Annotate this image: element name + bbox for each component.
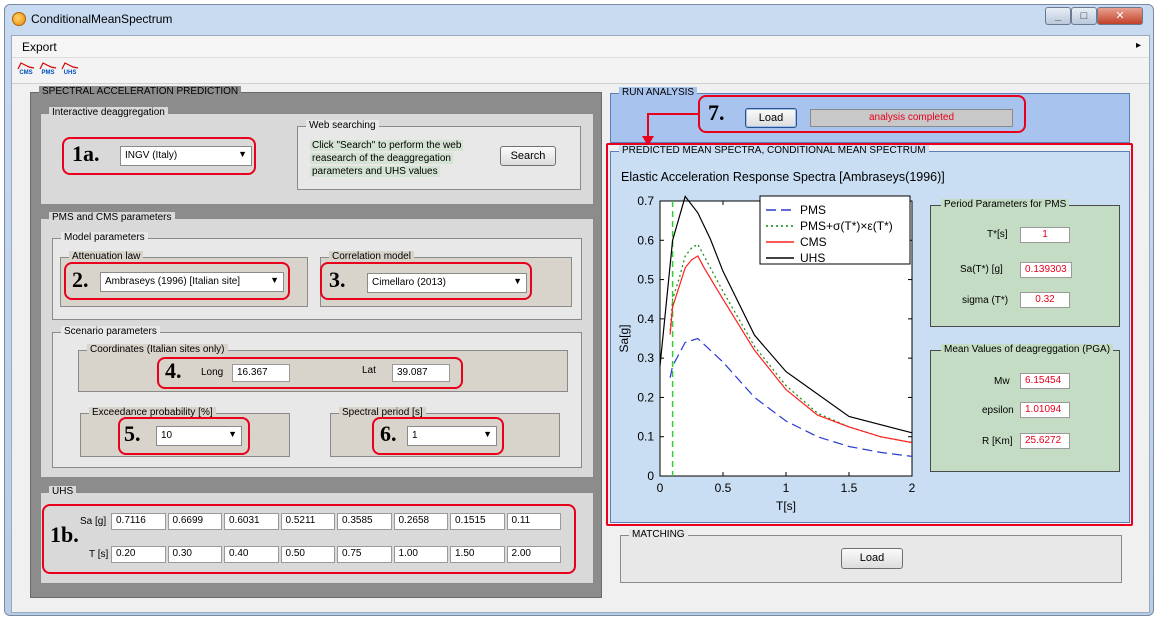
- menu-bar: Export ▸: [12, 36, 1149, 58]
- menu-overflow-icon[interactable]: ▸: [1136, 40, 1141, 51]
- mw-value: 6.15454: [1020, 373, 1070, 389]
- y-tick-label: 0.6: [637, 233, 654, 247]
- y-tick-label: 0.4: [637, 312, 654, 326]
- step-1a-label: 1a.: [72, 141, 100, 166]
- web-search-title: Web searching: [306, 120, 379, 131]
- step-3-highlight: [320, 262, 532, 300]
- y-tick-label: 0.7: [637, 194, 654, 208]
- chart-title: Elastic Acceleration Response Spectra [A…: [621, 170, 945, 184]
- y-tick-label: 0.5: [637, 273, 654, 287]
- y-axis-label: Sa[g]: [617, 324, 631, 352]
- sigma-t-star-label: sigma (T*): [962, 295, 1009, 306]
- legend-entry: PMS+σ(T*)×ε(T*): [800, 219, 893, 233]
- x-axis-label: T[s]: [776, 499, 796, 513]
- close-button[interactable]: ✕: [1097, 7, 1143, 25]
- search-button[interactable]: Search: [500, 146, 556, 166]
- web-search-text-1: Click "Search" to perform the web: [310, 140, 464, 151]
- period-parameters-title: Period Parameters for PMS: [941, 199, 1070, 210]
- r-km-label: R [Km]: [982, 436, 1013, 447]
- step-5-label: 5.: [124, 421, 141, 446]
- step-7-highlight: [698, 95, 1026, 133]
- uhs-title: UHS: [49, 486, 77, 497]
- window-title: ConditionalMeanSpectrum: [31, 12, 173, 26]
- deaggregation-title: Interactive deaggregation: [49, 107, 168, 118]
- pms-tool-button[interactable]: PMS: [38, 62, 58, 80]
- matching-title: MATCHING: [629, 529, 688, 540]
- minimize-button[interactable]: _: [1045, 7, 1071, 25]
- scenario-parameters-title: Scenario parameters: [61, 326, 160, 337]
- step-4-highlight: [157, 357, 463, 389]
- t-star-label: T*[s]: [987, 229, 1008, 240]
- spectrum-icon: [17, 62, 35, 70]
- cms-tool-label: CMS: [19, 70, 33, 76]
- correlation-title: Correlation model: [329, 251, 414, 262]
- y-tick-label: 0.2: [637, 390, 654, 404]
- step-2-label: 2.: [72, 267, 89, 292]
- cms-tool-button[interactable]: CMS: [16, 62, 36, 80]
- step-2-highlight: [64, 262, 290, 300]
- web-search-text-3: parameters and UHS values: [310, 166, 440, 177]
- t-star-value: 1: [1020, 227, 1070, 243]
- sa-t-star-value: 0.139303: [1020, 262, 1072, 278]
- x-tick-label: 0.5: [715, 481, 732, 495]
- legend-entry: UHS: [800, 251, 825, 265]
- spectrum-icon: [39, 62, 57, 70]
- spectra-chart: 0 0.1 0.2 0.3 0.4 0.5 0.6 0.7 0 0.5 1 1.5 2 T[s] Sa[g]…: [617, 194, 916, 513]
- mean-values-title: Mean Values of deagreggation (PGA): [941, 344, 1114, 355]
- legend-entry: CMS: [800, 235, 827, 249]
- sa-t-star-label: Sa(T*) [g]: [960, 264, 1003, 275]
- uhs-tool-label: UHS: [63, 70, 77, 76]
- epsilon-label: epsilon: [982, 405, 1014, 416]
- y-tick-label: 0.3: [637, 351, 654, 365]
- spectral-panel-title: SPECTRAL ACCELERATION PREDICTION: [39, 86, 242, 97]
- title-bar: ConditionalMeanSpectrum _ □ ✕: [5, 5, 1153, 33]
- step-3-label: 3.: [329, 267, 346, 292]
- x-tick-label: 1.5: [841, 481, 858, 495]
- web-search-text-2: reasearch of the deaggregation: [310, 153, 453, 164]
- y-tick-label: 0: [647, 469, 654, 483]
- spectrum-icon: [61, 62, 79, 70]
- legend-entry: PMS: [800, 203, 826, 217]
- matlab-app-icon: [12, 12, 26, 26]
- step-6-label: 6.: [380, 421, 397, 446]
- coordinates-title: Coordinates (Italian sites only): [87, 344, 228, 355]
- y-tick-label: 0.1: [637, 430, 654, 444]
- step-1b-highlight: [42, 504, 576, 574]
- r-km-value: 25.6272: [1020, 433, 1070, 449]
- epsilon-value: 1.01094: [1020, 402, 1070, 418]
- x-tick-label: 1: [783, 481, 790, 495]
- menu-export[interactable]: Export: [22, 40, 57, 54]
- x-tick-label: 2: [909, 481, 916, 495]
- x-tick-label: 0: [657, 481, 664, 495]
- toolbar: CMS PMS UHS: [12, 58, 1149, 84]
- mw-label: Mw: [994, 376, 1010, 387]
- model-parameters-title: Model parameters: [61, 232, 148, 243]
- maximize-button[interactable]: □: [1071, 7, 1097, 25]
- pms-cms-title: PMS and CMS parameters: [49, 212, 175, 223]
- matching-load-button[interactable]: Load: [841, 548, 903, 569]
- pms-tool-label: PMS: [41, 70, 55, 76]
- attenuation-title: Attenuation law: [69, 251, 144, 262]
- step-1b-label: 1b.: [50, 522, 79, 547]
- step-4-label: 4.: [165, 358, 182, 383]
- sigma-t-star-value: 0.32: [1020, 292, 1070, 308]
- step-7-label: 7.: [708, 100, 725, 125]
- uhs-tool-button[interactable]: UHS: [60, 62, 80, 80]
- run-analysis-title: RUN ANALYSIS: [619, 87, 698, 98]
